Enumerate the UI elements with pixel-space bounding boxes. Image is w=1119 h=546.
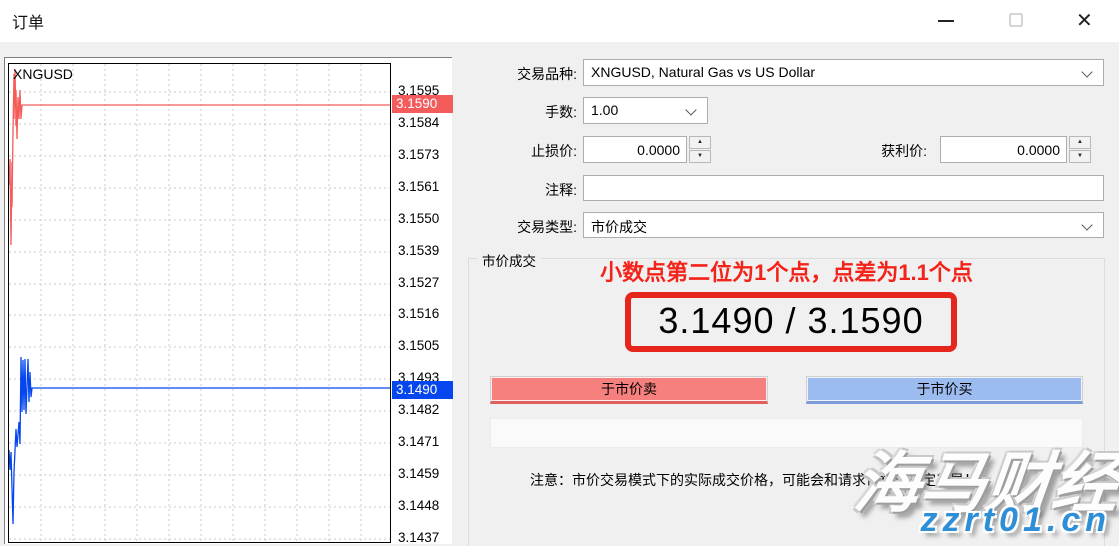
close-icon: ✕ [1076,9,1093,33]
spread-annotation: 小数点第二位为1个点，点差为1.1个点 [468,255,1105,287]
spin-down-icon[interactable]: ▼ [1069,150,1091,163]
axis-tick: 3.1539 [398,243,439,258]
trade-type-select[interactable]: 市价成交 [583,212,1104,238]
tick-chart-plot: XNGUSD [8,63,391,543]
minimize-icon [938,20,954,22]
bid-price-tag: 3.1490 [392,381,453,399]
tick-chart-canvas [9,64,390,542]
volume-select[interactable]: 1.00 [583,97,708,124]
watermark-site: zzrt01.cn [921,501,1112,540]
axis-tick: 3.1561 [398,179,439,194]
volume-select-value: 1.00 [591,102,618,118]
comment-label: 注释: [468,180,577,200]
trade-type-label: 交易类型: [468,217,577,237]
take-profit-input[interactable] [940,136,1067,163]
chart-symbol-label: XNGUSD [13,66,73,82]
symbol-select-value: XNGUSD, Natural Gas vs US Dollar [591,64,815,80]
take-profit-spinner: ▲ ▼ [1069,136,1091,163]
axis-tick: 3.1471 [398,434,439,449]
volume-label: 手数: [468,102,577,122]
ask-price-tag: 3.1590 [392,95,453,113]
comment-input[interactable] [583,175,1104,201]
axis-tick: 3.1550 [398,211,439,226]
symbol-select[interactable]: XNGUSD, Natural Gas vs US Dollar [583,59,1104,86]
axis-tick: 3.1573 [398,147,439,162]
buy-by-market-button[interactable]: 于市价买 [806,376,1083,404]
window-title: 订单 [12,9,44,33]
axis-tick: 3.1459 [398,466,439,481]
minimize-button[interactable] [923,0,969,42]
stop-loss-spinner: ▲ ▼ [689,136,711,163]
title-bar: 订单 ✕ [0,0,1119,42]
axis-tick: 3.1527 [398,275,439,290]
spin-down-icon[interactable]: ▼ [689,150,711,163]
take-profit-label: 获利价: [818,141,927,161]
tick-chart: XNGUSD 3.15953.15843.15733.15613.15503.1… [4,57,452,544]
chevron-down-icon [1081,66,1092,77]
spin-up-icon[interactable]: ▲ [689,136,711,149]
axis-tick: 3.1584 [398,115,439,130]
maximize-icon [1009,13,1023,27]
quote-highlight-box: 3.1490 / 3.1590 [625,292,957,352]
axis-tick: 3.1482 [398,402,439,417]
bid-ask-quote: 3.1490 / 3.1590 [631,300,951,342]
chevron-down-icon [1081,219,1092,230]
price-axis: 3.15953.15843.15733.15613.15503.15393.15… [396,58,453,545]
close-button[interactable]: ✕ [1063,0,1109,42]
stop-loss-input[interactable] [583,136,687,163]
axis-tick: 3.1437 [398,530,439,545]
stop-loss-label: 止损价: [468,141,577,161]
axis-tick: 3.1505 [398,338,439,353]
trade-type-value: 市价成交 [591,217,647,237]
chevron-down-icon [685,104,696,115]
spin-up-icon[interactable]: ▲ [1069,136,1091,149]
axis-tick: 3.1516 [398,306,439,321]
axis-tick: 3.1448 [398,498,439,513]
symbol-label: 交易品种: [468,64,577,84]
maximize-button[interactable] [993,0,1039,42]
sell-by-market-button[interactable]: 于市价卖 [490,376,768,404]
